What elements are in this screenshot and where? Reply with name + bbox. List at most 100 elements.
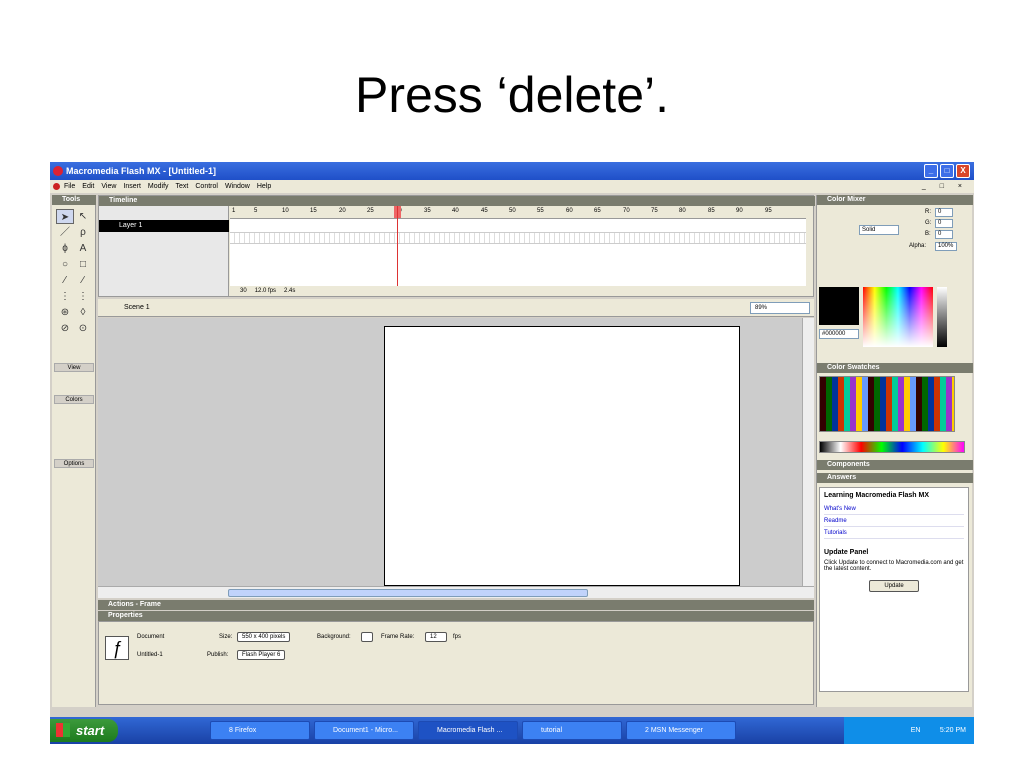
pen-tool-icon[interactable]: ϕ	[56, 241, 74, 256]
tools-colors-section: Colors	[54, 395, 94, 404]
blue-input[interactable]: 0	[935, 230, 953, 239]
windows-taskbar: start 8 Firefox Document1 - Micro... Mac…	[50, 717, 974, 744]
scroll-thumb[interactable]	[228, 589, 588, 597]
frame-rate-input[interactable]: 12	[425, 632, 447, 642]
green-input[interactable]: 0	[935, 219, 953, 228]
minimize-button[interactable]: _	[924, 164, 938, 178]
pencil-tool-icon[interactable]: ⁄	[56, 273, 74, 288]
tools-view-section: View	[54, 363, 94, 372]
actions-panel-header[interactable]: Actions - Frame	[98, 600, 814, 610]
clock[interactable]: 5:20 PM	[940, 727, 966, 734]
alpha-input[interactable]: 100%	[935, 242, 957, 251]
menu-window[interactable]: Window	[225, 180, 250, 193]
menu-help[interactable]: Help	[257, 180, 271, 193]
free-transform-tool-icon[interactable]: ⋮	[56, 289, 74, 304]
document-label: Document	[137, 634, 165, 640]
stage[interactable]	[384, 326, 740, 586]
swatch-grid[interactable]	[819, 376, 955, 432]
components-header[interactable]: Components	[817, 460, 973, 470]
ruler-tick: 20	[339, 208, 346, 214]
arrow-tool-icon[interactable]: ➤	[56, 209, 74, 224]
ruler-tick: 40	[452, 208, 459, 214]
menu-file[interactable]: File	[64, 180, 75, 193]
work-area[interactable]	[98, 318, 802, 586]
frame-rate-readout: 12.0 fps	[254, 288, 277, 294]
brightness-slider[interactable]	[937, 287, 947, 347]
menu-insert[interactable]: Insert	[123, 180, 141, 193]
task-msn[interactable]: 2 MSN Messenger	[626, 721, 736, 740]
task-firefox[interactable]: 8 Firefox	[210, 721, 310, 740]
frame-rate-label: Frame Rate:	[381, 634, 415, 640]
background-color-swatch[interactable]	[361, 632, 373, 642]
fill-type-select[interactable]: Solid	[859, 225, 899, 235]
rectangle-tool-icon[interactable]: □	[74, 257, 92, 272]
menu-control[interactable]: Control	[195, 180, 218, 193]
answers-panel: Learning Macromedia Flash MX What's New …	[819, 487, 969, 692]
answers-link-whats-new[interactable]: What's New	[824, 503, 964, 515]
alpha-label: Alpha:	[909, 243, 927, 249]
lasso-tool-icon[interactable]: ρ	[74, 225, 92, 240]
document-window-controls[interactable]: _ □ ×	[922, 180, 968, 193]
answers-header[interactable]: Answers	[817, 473, 973, 483]
tools-panel: Tools ➤ ↖ ／ ρ ϕ A ○ □ ⁄ ∕ ⋮ ⋮ ⊛ ◊ ⊘ ⊙ Vi…	[52, 195, 96, 707]
brush-tool-icon[interactable]: ∕	[74, 273, 92, 288]
flash-app-icon	[53, 166, 63, 176]
color-spectrum[interactable]	[863, 287, 933, 347]
layer-list: Layer 1	[99, 206, 229, 296]
eraser-tool-icon[interactable]: ⊙	[74, 321, 92, 336]
gradient-swatches[interactable]	[819, 441, 965, 453]
language-indicator[interactable]: EN	[911, 727, 921, 734]
size-button[interactable]: 550 x 400 pixels	[237, 632, 291, 642]
oval-tool-icon[interactable]: ○	[56, 257, 74, 272]
timeline-header[interactable]: Timeline	[99, 196, 815, 206]
answers-link-tutorials[interactable]: Tutorials	[824, 527, 964, 539]
ruler-tick: 25	[367, 208, 374, 214]
task-word[interactable]: Document1 - Micro...	[314, 721, 414, 740]
hex-input[interactable]: #000000	[819, 329, 859, 339]
line-tool-icon[interactable]: ／	[56, 225, 74, 240]
layer-row[interactable]: Layer 1	[99, 220, 229, 232]
ruler-tick: 75	[651, 208, 658, 214]
text-tool-icon[interactable]: A	[74, 241, 92, 256]
window-titlebar: Macromedia Flash MX - [Untitled-1] _ □ X	[50, 162, 974, 180]
start-button[interactable]: start	[50, 719, 118, 742]
edit-bar: Scene 1 89%	[98, 299, 814, 317]
horizontal-scrollbar[interactable]	[98, 586, 814, 598]
publish-settings-button[interactable]: Flash Player 6	[237, 650, 286, 660]
menubar: File Edit View Insert Modify Text Contro…	[50, 180, 974, 193]
scene-label[interactable]: Scene 1	[124, 304, 150, 311]
vertical-scrollbar[interactable]	[802, 318, 814, 586]
maximize-button[interactable]: □	[940, 164, 954, 178]
right-panel-dock: Color Mixer Solid R: 0 G: 0 B: 0 Alpha: …	[816, 195, 973, 707]
layer-frames[interactable]	[230, 232, 806, 244]
fps-label: fps	[453, 634, 462, 640]
eyedropper-tool-icon[interactable]: ⊘	[56, 321, 74, 336]
timeline-status: 30 12.0 fps 2.4s	[230, 286, 806, 296]
zoom-select[interactable]: 89%	[750, 302, 810, 314]
menu-view[interactable]: View	[101, 180, 116, 193]
color-swatches-header[interactable]: Color Swatches	[817, 363, 973, 373]
subselect-tool-icon[interactable]: ↖	[74, 209, 92, 224]
flash-document-icon: ƒ	[105, 636, 129, 660]
menu-modify[interactable]: Modify	[148, 180, 169, 193]
paint-bucket-tool-icon[interactable]: ◊	[74, 305, 92, 320]
task-flash[interactable]: Macromedia Flash ...	[418, 721, 518, 740]
fill-transform-tool-icon[interactable]: ⋮	[74, 289, 92, 304]
color-mixer-header[interactable]: Color Mixer	[817, 195, 973, 205]
publish-label: Publish:	[207, 652, 229, 658]
current-frame: 30	[240, 288, 247, 294]
task-tutorial-folder[interactable]: tutorial	[522, 721, 622, 740]
close-button[interactable]: X	[956, 164, 970, 178]
frame-area[interactable]: 1 5 10 15 20 25 30 35 40 45 50 55 60 65 …	[230, 206, 806, 286]
red-input[interactable]: 0	[935, 208, 953, 217]
answers-link-readme[interactable]: Readme	[824, 515, 964, 527]
ruler-tick: 45	[481, 208, 488, 214]
red-label: R:	[925, 209, 931, 215]
properties-panel-header[interactable]: Properties	[98, 611, 814, 621]
menu-text[interactable]: Text	[176, 180, 189, 193]
menu-edit[interactable]: Edit	[82, 180, 94, 193]
ink-bottle-tool-icon[interactable]: ⊛	[56, 305, 74, 320]
timeline-panel: Timeline Layer 1 1 5 10 15 20 25 30 35 4…	[98, 195, 815, 297]
ruler-tick: 65	[594, 208, 601, 214]
update-button[interactable]: Update	[869, 580, 919, 592]
